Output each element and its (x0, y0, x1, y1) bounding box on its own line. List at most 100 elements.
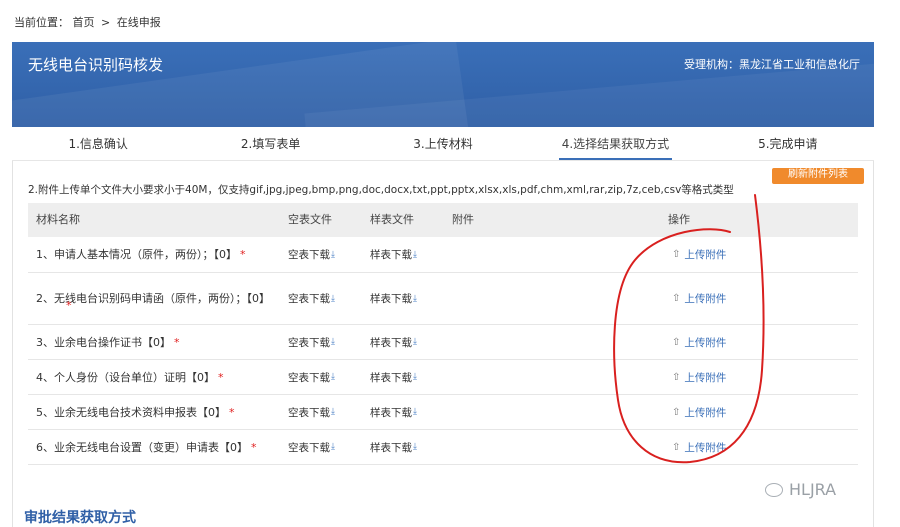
empty-download-label: 空表下载 (288, 293, 330, 305)
upload-icon: ⇧ (672, 441, 681, 453)
wechat-icon (765, 482, 783, 497)
download-icon: ⤓ (331, 293, 335, 304)
sample-download-link[interactable]: 样表下载 ⤓ (364, 360, 446, 394)
download-icon: ⤓ (413, 442, 417, 452)
material-name: 6、业余无线电台设置（变更）申请表【0】 (36, 440, 248, 454)
table-header: 材料名称 空表文件 样表文件 附件 操作 (28, 203, 858, 237)
sample-download-link[interactable]: 样表下载 ⤓ (364, 273, 446, 324)
attachment-cell (446, 325, 646, 359)
breadcrumb-current: 在线申报 (116, 16, 161, 29)
attachment-cell (446, 360, 646, 394)
download-icon: ⤓ (331, 407, 335, 417)
header-operation: 操作 (668, 213, 690, 226)
upload-attachment-button[interactable]: ⇧ 上传附件 (646, 273, 858, 324)
download-icon: ⤓ (413, 293, 417, 304)
download-icon: ⤓ (331, 372, 335, 382)
sample-download-link[interactable]: 样表下载 ⤓ (364, 325, 446, 359)
material-name-cell: 4、个人身份（设台单位）证明【0】 * (28, 360, 282, 394)
material-name: 3、业余电台操作证书【0】 (36, 335, 171, 349)
download-icon: ⤓ (331, 249, 335, 260)
material-name-cell: 5、业余无线电台技术资料申报表【0】 * (28, 395, 282, 429)
table-row: 4、个人身份（设台单位）证明【0】 * 空表下载 ⤓ 样表下载 ⤓ ⇧ 上传附件 (28, 360, 858, 395)
breadcrumb-home-link[interactable]: 首页 (73, 16, 95, 29)
material-name-cell: 1、申请人基本情况（原件，两份）；【0】 * (28, 237, 282, 272)
attachment-cell (446, 430, 646, 464)
header-material-name: 材料名称 (36, 213, 80, 226)
required-mark: * (66, 299, 72, 312)
attachment-cell (446, 237, 646, 272)
material-name-cell: 2、无线电台识别码申请函（原件，两份）；【0】 * (28, 273, 282, 324)
upload-label: 上传附件 (684, 406, 727, 419)
sample-download-label: 样表下载 (370, 336, 412, 349)
breadcrumb: 当前位置： 首页 > 在线申报 (14, 14, 161, 30)
header-sample-file: 样表文件 (370, 213, 414, 226)
required-mark: * (251, 440, 257, 454)
empty-download-link[interactable]: 空表下载 ⤓ (282, 325, 364, 359)
download-icon: ⤓ (413, 407, 417, 417)
material-name: 4、个人身份（设台单位）证明【0】 (36, 370, 215, 384)
empty-download-link[interactable]: 空表下载 ⤓ (282, 237, 364, 272)
step-2[interactable]: 2.填写表单 (184, 127, 356, 160)
table-row: 5、业余无线电台技术资料申报表【0】 * 空表下载 ⤓ 样表下载 ⤓ ⇧ 上传附件 (28, 395, 858, 430)
page-title: 无线电台识别码核发 (28, 56, 164, 74)
refresh-attachments-button[interactable]: 刷新附件列表 (772, 168, 864, 184)
step-1[interactable]: 1.信息确认 (12, 127, 184, 160)
materials-table: 材料名称 空表文件 样表文件 附件 操作 1、申请人基本情况（原件，两份）；【0… (28, 203, 858, 465)
upload-attachment-button[interactable]: ⇧ 上传附件 (646, 395, 858, 429)
empty-download-link[interactable]: 空表下载 ⤓ (282, 430, 364, 464)
download-icon: ⤓ (331, 442, 335, 452)
sample-download-label: 样表下载 (370, 249, 412, 261)
watermark-text: HLJRA (789, 480, 837, 499)
sample-download-label: 样表下载 (370, 441, 412, 454)
content-right-border (873, 161, 874, 527)
required-mark: * (229, 405, 235, 419)
upload-label: 上传附件 (684, 371, 727, 384)
material-name: 5、业余无线电台技术资料申报表【0】 (36, 405, 226, 419)
content-left-border (12, 161, 13, 527)
download-icon: ⤓ (413, 249, 417, 260)
header-attachment: 附件 (452, 213, 474, 226)
sample-download-label: 样表下载 (370, 371, 412, 384)
upload-icon: ⇧ (672, 371, 681, 383)
upload-attachment-button[interactable]: ⇧ 上传附件 (646, 325, 858, 359)
watermark: HLJRA (765, 480, 836, 499)
attachment-cell (446, 273, 646, 324)
step-3[interactable]: 3.上传材料 (357, 127, 529, 160)
sample-download-link[interactable]: 样表下载 ⤓ (364, 237, 446, 272)
upload-label: 上传附件 (684, 293, 727, 305)
required-mark: * (218, 370, 224, 384)
upload-notice: 2.附件上传单个文件大小要求小于40M，仅支持gif,jpg,jpeg,bmp,… (28, 184, 734, 196)
upload-icon: ⇧ (672, 293, 681, 304)
material-name-cell: 6、业余无线电台设置（变更）申请表【0】 * (28, 430, 282, 464)
empty-download-link[interactable]: 空表下载 ⤓ (282, 360, 364, 394)
upload-label: 上传附件 (684, 249, 727, 261)
required-mark: * (240, 248, 246, 261)
result-method-section-title: 审批结果获取方式 (24, 510, 136, 526)
table-row: 1、申请人基本情况（原件，两份）；【0】 * 空表下载 ⤓ 样表下载 ⤓ ⇧ 上传附件 (28, 237, 858, 273)
upload-icon: ⇧ (672, 249, 681, 260)
upload-attachment-button[interactable]: ⇧ 上传附件 (646, 360, 858, 394)
empty-download-label: 空表下载 (288, 441, 330, 454)
step-5[interactable]: 5.完成申请 (702, 127, 874, 160)
sample-download-link[interactable]: 样表下载 ⤓ (364, 395, 446, 429)
empty-download-label: 空表下载 (288, 336, 330, 349)
download-icon: ⤓ (413, 337, 417, 347)
upload-attachment-button[interactable]: ⇧ 上传附件 (646, 237, 858, 272)
upload-attachment-button[interactable]: ⇧ 上传附件 (646, 430, 858, 464)
header-empty-file: 空表文件 (288, 213, 332, 226)
step-4-active[interactable]: 4.选择结果获取方式 (529, 127, 701, 160)
empty-download-label: 空表下载 (288, 371, 330, 384)
sample-download-link[interactable]: 样表下载 ⤓ (364, 430, 446, 464)
download-icon: ⤓ (413, 372, 417, 382)
download-icon: ⤓ (331, 337, 335, 347)
sample-download-label: 样表下载 (370, 293, 412, 305)
empty-download-link[interactable]: 空表下载 ⤓ (282, 273, 364, 324)
accepting-organization: 受理机构：黑龙江省工业和信息化厅 (684, 58, 860, 71)
material-name: 1、申请人基本情况（原件，两份）；【0】 (36, 248, 237, 261)
empty-download-link[interactable]: 空表下载 ⤓ (282, 395, 364, 429)
breadcrumb-prefix: 当前位置： (14, 16, 69, 29)
upload-icon: ⇧ (672, 406, 681, 418)
page-header-banner: 无线电台识别码核发 受理机构：黑龙江省工业和信息化厅 (12, 42, 874, 127)
breadcrumb-separator: > (101, 16, 111, 29)
empty-download-label: 空表下载 (288, 249, 330, 261)
